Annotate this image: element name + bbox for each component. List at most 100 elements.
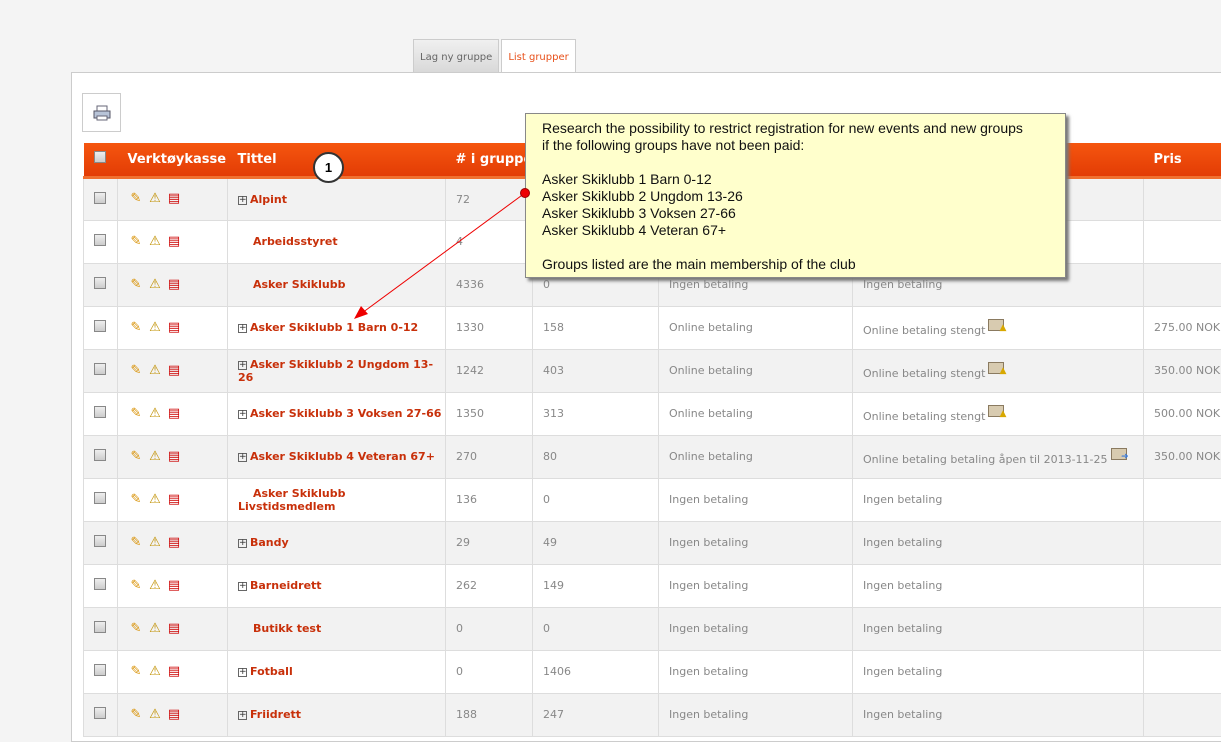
delete-warning-icon[interactable]: ⚠ [147,535,163,551]
expand-icon[interactable]: + [238,410,247,419]
table-row: ✎⚠▤ +Barneidrett 262 149 Ingen betaling … [84,564,1221,607]
calendar-clock-icon[interactable]: ▤ [166,707,182,723]
expand-icon[interactable]: + [238,453,247,462]
delete-warning-icon[interactable]: ⚠ [147,277,163,293]
edit-pencil-icon[interactable]: ✎ [128,449,144,465]
row-checkbox[interactable] [94,707,106,719]
table-row: ✎⚠▤ +Asker Skiklubb 2 Ungdom 13-26 1242 … [84,349,1221,392]
group-title-link[interactable]: Asker Skiklubb 1 Barn 0-12 [250,321,418,334]
edit-pencil-icon[interactable]: ✎ [128,234,144,250]
row-checkbox[interactable] [94,492,106,504]
calendar-clock-icon[interactable]: ▤ [166,621,182,637]
payment-status: Ingen betaling [863,708,942,721]
payment-status: Ingen betaling [863,278,942,291]
expand-icon[interactable]: + [238,582,247,591]
group-title-link[interactable]: Bandy [250,536,289,549]
calendar-clock-icon[interactable]: ▤ [166,191,182,207]
delete-warning-icon[interactable]: ⚠ [147,406,163,422]
calendar-clock-icon[interactable]: ▤ [166,664,182,680]
delete-warning-icon[interactable]: ⚠ [147,449,163,465]
group-title-link[interactable]: Asker Skiklubb 2 Ungdom 13-26 [238,358,433,384]
table-row: ✎⚠▤ +Asker Skiklubb 1 Barn 0-12 1330 158… [84,306,1221,349]
tab-lag-ny-gruppe[interactable]: Lag ny gruppe [413,39,499,73]
edit-pencil-icon[interactable]: ✎ [128,535,144,551]
group-title-link[interactable]: Fotball [250,665,293,678]
row-checkbox[interactable] [94,578,106,590]
edit-pencil-icon[interactable]: ✎ [128,707,144,723]
calendar-clock-icon[interactable]: ▤ [166,406,182,422]
group-title-link[interactable]: Asker Skiklubb 3 Voksen 27-66 [250,407,441,420]
select-all-checkbox[interactable] [94,151,106,163]
calendar-clock-icon[interactable]: ▤ [166,320,182,336]
edit-pencil-icon[interactable]: ✎ [128,664,144,680]
table-row: ✎⚠▤ Asker Skiklubb Livstidsmedlem 136 0 … [84,478,1221,521]
edit-pencil-icon[interactable]: ✎ [128,363,144,379]
group-col5: 80 [533,435,659,478]
payment-type: Ingen betaling [659,478,853,521]
row-checkbox[interactable] [94,535,106,547]
calendar-clock-icon[interactable]: ▤ [166,578,182,594]
calendar-clock-icon[interactable]: ▤ [166,277,182,293]
row-checkbox[interactable] [94,406,106,418]
delete-warning-icon[interactable]: ⚠ [147,191,163,207]
expand-icon[interactable]: + [238,711,247,720]
group-count: 1350 [446,392,533,435]
payment-type: Online betaling [659,306,853,349]
delete-warning-icon[interactable]: ⚠ [147,707,163,723]
edit-pencil-icon[interactable]: ✎ [128,621,144,637]
row-checkbox[interactable] [94,363,106,375]
payment-status: Online betaling stengt [863,324,985,337]
row-checkbox[interactable] [94,664,106,676]
group-col5: 0 [533,478,659,521]
expand-icon[interactable]: + [238,668,247,677]
group-title-link[interactable]: Asker Skiklubb 4 Veteran 67+ [250,450,435,463]
payment-status: Online betaling betaling åpen til 2013-1… [863,453,1108,466]
row-checkbox[interactable] [94,234,106,246]
header-count[interactable]: # i gruppe [446,143,533,177]
edit-pencil-icon[interactable]: ✎ [128,406,144,422]
expand-icon[interactable]: + [238,539,247,548]
group-title-link[interactable]: Arbeidsstyret [253,235,338,248]
calendar-clock-icon[interactable]: ▤ [166,492,182,508]
edit-pencil-icon[interactable]: ✎ [128,191,144,207]
expand-icon[interactable]: + [238,324,247,333]
group-count: 0 [446,650,533,693]
edit-pencil-icon[interactable]: ✎ [128,320,144,336]
edit-pencil-icon[interactable]: ✎ [128,578,144,594]
group-title-link[interactable]: Alpint [250,193,287,206]
delete-warning-icon[interactable]: ⚠ [147,234,163,250]
calendar-clock-icon[interactable]: ▤ [166,535,182,551]
row-checkbox[interactable] [94,621,106,633]
row-checkbox[interactable] [94,192,106,204]
tab-list-grupper[interactable]: List grupper [501,39,575,74]
group-title-link[interactable]: Barneidrett [250,579,322,592]
row-checkbox[interactable] [94,320,106,332]
group-title-link[interactable]: Asker Skiklubb Livstidsmedlem [238,487,345,513]
payment-status: Ingen betaling [863,536,942,549]
group-title-link[interactable]: Friidrett [250,708,301,721]
table-row: ✎⚠▤ +Asker Skiklubb 3 Voksen 27-66 1350 … [84,392,1221,435]
group-title-link[interactable]: Asker Skiklubb [253,278,345,291]
delete-warning-icon[interactable]: ⚠ [147,363,163,379]
row-checkbox[interactable] [94,449,106,461]
print-button[interactable] [82,93,121,132]
calendar-clock-icon[interactable]: ▤ [166,363,182,379]
group-title-link[interactable]: Butikk test [253,622,321,635]
delete-warning-icon[interactable]: ⚠ [147,578,163,594]
payment-status: Ingen betaling [863,579,942,592]
edit-pencil-icon[interactable]: ✎ [128,492,144,508]
calendar-clock-icon[interactable]: ▤ [166,449,182,465]
table-row: ✎⚠▤ +Bandy 29 49 Ingen betaling Ingen be… [84,521,1221,564]
expand-icon[interactable]: + [238,361,247,370]
edit-pencil-icon[interactable]: ✎ [128,277,144,293]
row-checkbox[interactable] [94,277,106,289]
price: 350.00 NOK [1144,435,1221,478]
delete-warning-icon[interactable]: ⚠ [147,320,163,336]
delete-warning-icon[interactable]: ⚠ [147,621,163,637]
payment-type: Ingen betaling [659,693,853,736]
delete-warning-icon[interactable]: ⚠ [147,664,163,680]
header-pris[interactable]: Pris [1144,143,1221,177]
calendar-clock-icon[interactable]: ▤ [166,234,182,250]
delete-warning-icon[interactable]: ⚠ [147,492,163,508]
expand-icon[interactable]: + [238,196,247,205]
